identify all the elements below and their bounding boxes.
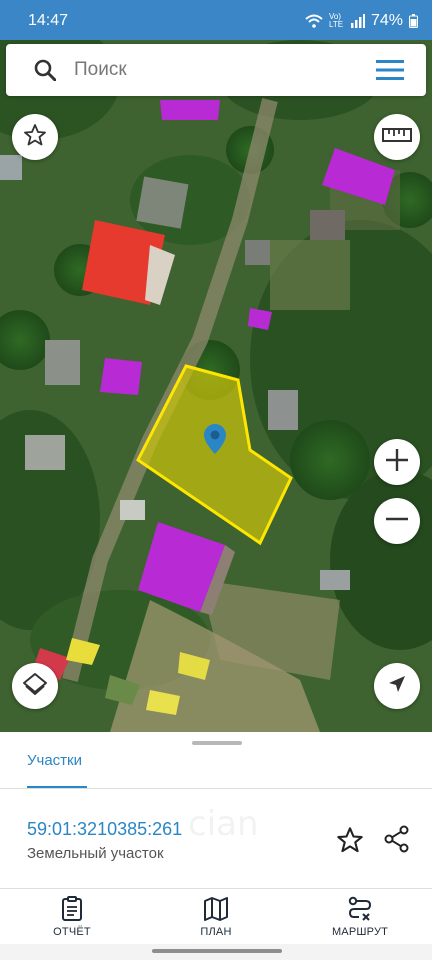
route-icon (305, 896, 415, 922)
status-time: 14:47 (28, 12, 69, 29)
status-icons: Vo) LTE 74% (305, 12, 418, 30)
bottom-sheet: Участки cian 59:01:3210385:261 Земельный… (0, 732, 432, 960)
battery-icon (409, 14, 418, 28)
nav-plan[interactable]: ПЛАН (161, 896, 271, 938)
network-type: Vo) LTE (328, 12, 344, 29)
map-view[interactable] (0, 40, 432, 732)
my-location-button[interactable] (374, 663, 420, 709)
tab-parcels[interactable]: Участки (27, 752, 82, 769)
satellite-imagery (0, 40, 432, 732)
navigation-arrow-icon (387, 674, 407, 699)
signal-icon (350, 14, 365, 28)
favorite-star-icon (23, 123, 47, 152)
menu-icon[interactable] (376, 60, 404, 85)
search-bar[interactable]: Поиск (6, 44, 426, 96)
gesture-bar (0, 944, 432, 960)
parcel-type: Земельный участок (27, 845, 164, 862)
battery-percent: 74% (370, 12, 403, 29)
search-icon[interactable] (34, 59, 57, 86)
nav-route-label: МАРШРУТ (331, 926, 389, 938)
nav-report[interactable]: ОТЧЁТ (17, 896, 127, 938)
star-outline-icon[interactable] (336, 826, 364, 859)
nav-plan-label: ПЛАН (200, 926, 232, 938)
zoom-in-button[interactable] (374, 439, 420, 485)
layers-button[interactable] (12, 663, 58, 709)
location-marker-icon[interactable] (204, 424, 226, 454)
map-icon (161, 896, 271, 922)
divider (0, 888, 432, 889)
layers-icon (22, 671, 48, 702)
ruler-button[interactable] (374, 114, 420, 160)
zoom-in-icon (384, 447, 410, 478)
zoom-out-icon (384, 506, 410, 537)
nav-report-label: ОТЧЁТ (53, 926, 91, 938)
divider (0, 788, 432, 789)
ruler-icon (382, 127, 412, 147)
status-bar: 14:47 Vo) LTE 74% (0, 0, 432, 40)
favorite-star-button[interactable] (12, 114, 58, 160)
nav-route[interactable]: МАРШРУТ (305, 896, 415, 938)
search-input[interactable]: Поиск (74, 59, 127, 81)
share-icon[interactable] (383, 825, 411, 858)
home-gesture-pill[interactable] (152, 949, 282, 953)
sheet-drag-handle[interactable] (192, 741, 242, 745)
zoom-out-button[interactable] (374, 498, 420, 544)
wifi-icon (305, 14, 323, 28)
clipboard-icon (17, 896, 127, 922)
parcel-cadastral-number[interactable]: 59:01:3210385:261 (27, 819, 182, 840)
watermark-logo: cian (188, 804, 259, 844)
